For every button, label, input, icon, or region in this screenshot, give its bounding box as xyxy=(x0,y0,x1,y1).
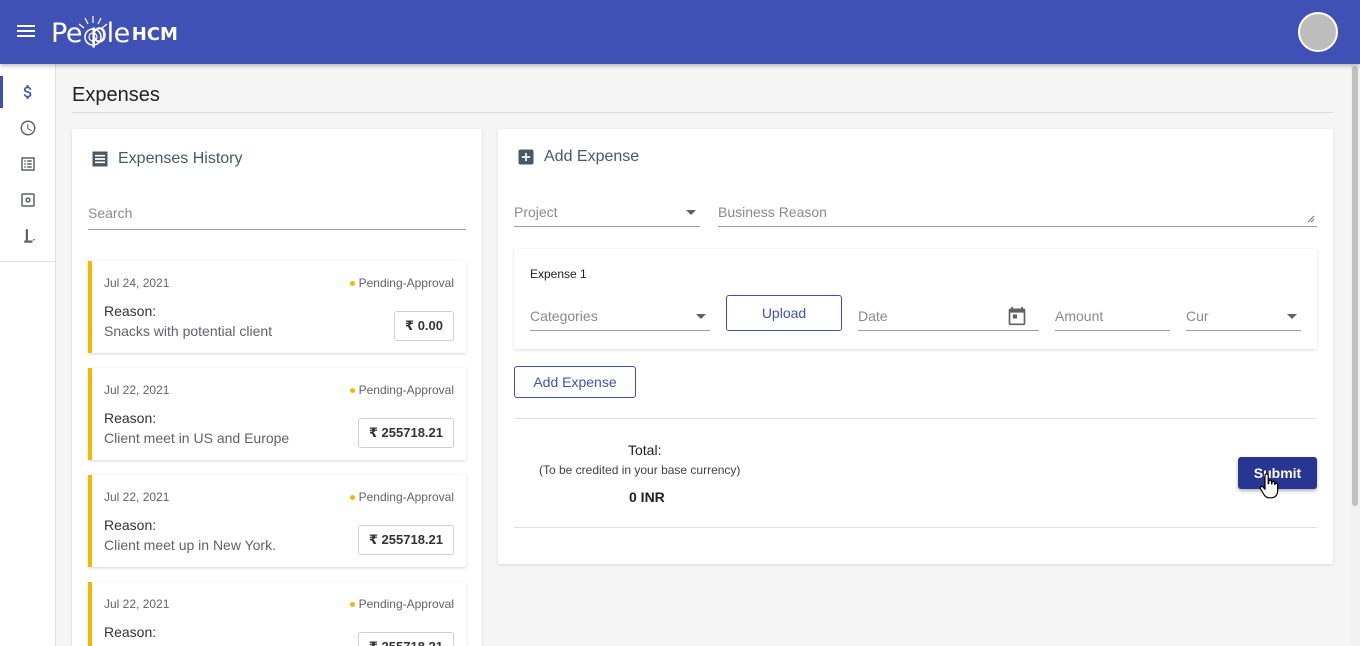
chevron-down-icon xyxy=(696,314,706,319)
status-dot-icon xyxy=(349,601,355,607)
page-scrollbar[interactable] xyxy=(1350,64,1360,646)
add-box-icon xyxy=(518,149,534,165)
amount-chip: ₹ 0.00 xyxy=(394,311,454,341)
sidebar-item-expenses[interactable] xyxy=(0,74,55,110)
status-badge: Pending-Approval xyxy=(349,490,454,504)
amount-chip: ₹ 255718.21 xyxy=(357,418,454,448)
reason-label: Reason: xyxy=(104,624,157,640)
logo-sun-icon xyxy=(78,16,108,46)
total-value: 0 INR xyxy=(629,489,665,505)
clock-icon xyxy=(20,120,35,136)
expense-history-item[interactable]: Jul 22, 2021 Pending-Approval Reason: Cl… xyxy=(88,475,466,567)
logo-hcm-text: HCM xyxy=(131,24,178,45)
calendar-icon[interactable] xyxy=(1007,306,1027,326)
page-title: Expenses xyxy=(72,84,160,106)
expense-history-item[interactable]: Jul 22, 2021 Pending-Approval Reason: ₹ … xyxy=(88,582,466,646)
expense-block-title: Expense 1 xyxy=(530,267,587,281)
settings-box-icon xyxy=(20,193,35,207)
top-app-bar: Pe ple HCM xyxy=(0,0,1360,64)
currency-placeholder: Cur xyxy=(1186,307,1209,324)
user-avatar[interactable] xyxy=(1298,12,1338,52)
receipt-list-icon xyxy=(92,151,108,167)
title-divider xyxy=(72,112,1333,113)
business-reason-placeholder: Business Reason xyxy=(718,203,827,220)
status-dot-icon xyxy=(349,494,355,500)
add-expense-title: Add Expense xyxy=(544,148,640,165)
scrollbar-thumb[interactable] xyxy=(1352,66,1358,506)
expenses-history-card: Expenses History Jul 24, 2021 Pending-Ap… xyxy=(72,129,482,646)
business-reason-textarea[interactable]: Business Reason xyxy=(718,197,1317,227)
status-badge: Pending-Approval xyxy=(349,383,454,397)
beach-icon xyxy=(23,229,35,243)
dollar-icon xyxy=(23,85,31,99)
total-note: (To be credited in your base currency) xyxy=(539,463,741,477)
date-field[interactable]: Date xyxy=(858,301,1039,331)
list-icon xyxy=(20,157,35,171)
chevron-down-icon xyxy=(1287,314,1297,319)
status-text: Pending-Approval xyxy=(358,383,454,397)
add-expense-header: Add Expense xyxy=(516,147,639,167)
upload-button[interactable]: Upload xyxy=(726,295,842,331)
resize-handle-icon[interactable] xyxy=(1307,215,1315,223)
reason-label: Reason: xyxy=(104,303,157,319)
status-badge: Pending-Approval xyxy=(349,276,454,290)
status-dot-icon xyxy=(349,280,355,286)
chevron-down-icon xyxy=(686,210,696,215)
divider xyxy=(514,418,1317,419)
status-text: Pending-Approval xyxy=(358,597,454,611)
status-text: Pending-Approval xyxy=(358,276,454,290)
reason-label: Reason: xyxy=(104,410,157,426)
search-input[interactable] xyxy=(88,199,466,227)
project-placeholder: Project xyxy=(514,203,558,220)
reason-text: Client meet in US and Europe xyxy=(104,430,290,446)
reason-text: Client meet up in New York. xyxy=(104,537,276,553)
history-title: Expenses History xyxy=(118,150,243,167)
expense-1-block: Expense 1 Categories Upload Date Amount … xyxy=(514,249,1317,349)
categories-select[interactable]: Categories xyxy=(530,301,710,331)
history-header: Expenses History xyxy=(90,149,243,169)
add-expense-card: Add Expense Project Business Reason Expe… xyxy=(498,129,1333,564)
side-nav-list xyxy=(0,64,55,262)
expense-date: Jul 24, 2021 xyxy=(104,276,170,290)
expense-date: Jul 22, 2021 xyxy=(104,597,170,611)
reason-text: Snacks with potential client xyxy=(104,323,273,339)
total-label: Total: xyxy=(628,442,662,458)
divider xyxy=(514,527,1317,528)
project-select[interactable]: Project xyxy=(514,197,700,227)
people-hcm-logo[interactable]: Pe ple HCM xyxy=(51,12,178,54)
history-search[interactable] xyxy=(88,199,466,230)
amount-field[interactable]: Amount xyxy=(1055,301,1170,331)
sidebar-item-leave[interactable] xyxy=(0,218,55,254)
status-badge: Pending-Approval xyxy=(349,597,454,611)
menu-icon[interactable] xyxy=(17,22,39,42)
expense-date: Jul 22, 2021 xyxy=(104,490,170,504)
date-placeholder: Date xyxy=(858,307,888,324)
expense-history-item[interactable]: Jul 24, 2021 Pending-Approval Reason: Sn… xyxy=(88,261,466,353)
amount-chip: ₹ 255718.21 xyxy=(357,632,454,646)
expense-history-item[interactable]: Jul 22, 2021 Pending-Approval Reason: Cl… xyxy=(88,368,466,460)
sidebar-item-timesheet[interactable] xyxy=(0,110,55,146)
side-nav xyxy=(0,64,56,646)
status-dot-icon xyxy=(349,387,355,393)
currency-select[interactable]: Cur xyxy=(1186,301,1301,331)
amount-chip: ₹ 255718.21 xyxy=(357,525,454,555)
add-expense-button[interactable]: Add Expense xyxy=(514,366,636,398)
hand-cursor-icon xyxy=(1259,473,1279,499)
categories-placeholder: Categories xyxy=(530,307,598,324)
amount-placeholder: Amount xyxy=(1055,307,1104,324)
sidebar-item-settings[interactable] xyxy=(0,182,55,218)
status-text: Pending-Approval xyxy=(358,490,454,504)
sidebar-item-list[interactable] xyxy=(0,146,55,182)
expense-date: Jul 22, 2021 xyxy=(104,383,170,397)
reason-label: Reason: xyxy=(104,517,157,533)
